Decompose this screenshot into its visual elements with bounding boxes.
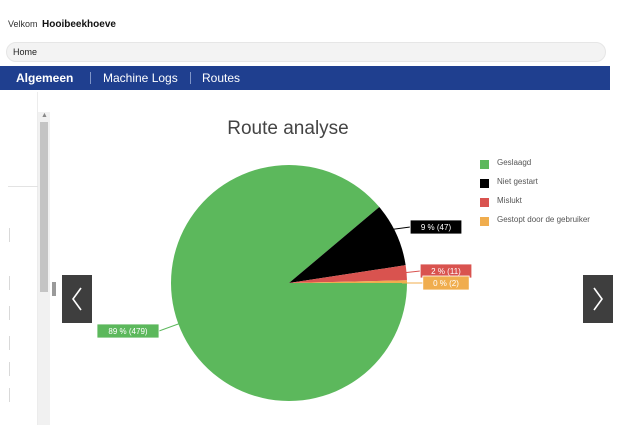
chart-legend: Geslaagd Niet gestart Mislukt Gestopt door … [480,157,620,233]
legend-label: Mislukt [497,196,522,205]
legend-swatch [480,160,489,169]
legend-item-mislukt[interactable]: Mislukt [480,195,620,214]
data-label-mislukt: 2 % (11) [431,267,461,276]
legend-swatch [480,217,489,226]
legend-item-niet-gestart[interactable]: Niet gestart [480,176,620,195]
legend-swatch [480,179,489,188]
data-label-niet-gestart: 9 % (47) [421,223,452,232]
data-label-geslaagd: 89 % (479) [108,327,147,336]
legend-swatch [480,198,489,207]
carousel-next-button[interactable] [583,275,613,323]
legend-item-geslaagd[interactable]: Geslaagd [480,157,620,176]
data-label-connector [158,322,182,332]
chevron-right-icon [593,287,603,311]
chevron-left-icon [72,287,82,311]
legend-label: Gestopt door de gebruiker [497,215,590,224]
carousel-prev-button[interactable] [62,275,92,323]
legend-item-gestopt[interactable]: Gestopt door de gebruiker [480,214,620,233]
legend-label: Niet gestart [497,177,538,186]
data-label-gestopt: 0 % (2) [433,279,459,288]
legend-label: Geslaagd [497,158,532,167]
